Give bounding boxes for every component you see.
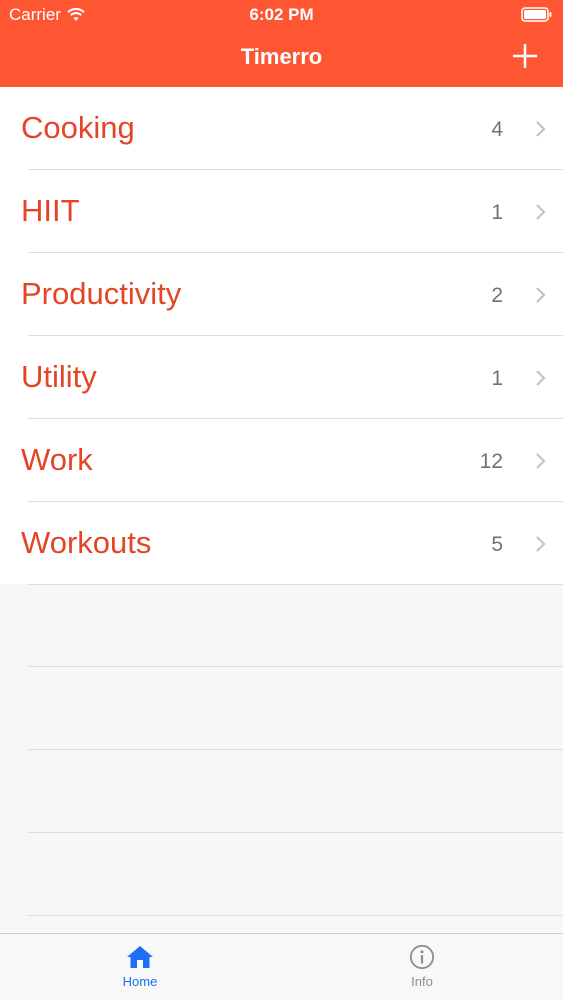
tab-bar: Home Info — [0, 933, 563, 1000]
info-icon — [409, 944, 435, 970]
tab-info[interactable]: Info — [352, 934, 492, 1000]
category-name: Utility — [21, 359, 97, 394]
home-icon — [127, 946, 153, 968]
tab-home-label: Home — [122, 974, 158, 989]
list-item[interactable]: Workouts 5 — [0, 502, 563, 585]
top-bar: Carrier 6:02 PM Timerro — [0, 0, 563, 87]
chevron-right-icon — [536, 121, 546, 137]
chevron-right-icon — [536, 204, 546, 220]
list-item[interactable]: Cooking 4 — [0, 87, 563, 170]
timer-count: 4 — [491, 118, 503, 141]
timer-count: 12 — [479, 450, 503, 473]
category-name: Cooking — [21, 110, 135, 145]
category-name: Work — [21, 442, 93, 477]
battery-icon — [521, 7, 552, 22]
row-separator — [28, 832, 563, 833]
timer-count: 1 — [491, 367, 503, 390]
list-item[interactable]: Work 12 — [0, 419, 563, 502]
chevron-right-icon — [536, 370, 546, 386]
row-separator — [28, 915, 563, 916]
tab-home[interactable]: Home — [70, 934, 210, 1000]
category-name: Productivity — [21, 276, 182, 311]
list-item[interactable]: Utility 1 — [0, 336, 563, 419]
plus-icon — [513, 44, 537, 68]
list-item[interactable]: HIIT 1 — [0, 170, 563, 253]
category-list: Cooking 4 HIIT 1 Productivity 2 Utility … — [0, 87, 563, 585]
chevron-right-icon — [536, 453, 546, 469]
category-name: Workouts — [21, 525, 152, 560]
list-item[interactable]: Productivity 2 — [0, 253, 563, 336]
navigation-bar: Timerro — [0, 30, 563, 87]
status-bar: Carrier 6:02 PM — [0, 0, 563, 30]
category-name: HIIT — [21, 193, 80, 228]
chevron-right-icon — [536, 287, 546, 303]
page-title: Timerro — [240, 44, 323, 69]
timer-count: 5 — [491, 533, 503, 556]
status-time: 6:02 PM — [249, 5, 314, 24]
timer-count: 2 — [491, 284, 503, 307]
chevron-right-icon — [536, 536, 546, 552]
add-button[interactable] — [511, 42, 539, 70]
empty-list-area — [0, 584, 563, 934]
tab-info-label: Info — [411, 974, 433, 989]
row-separator — [28, 749, 563, 750]
timer-count: 1 — [491, 201, 503, 224]
row-separator — [28, 666, 563, 667]
